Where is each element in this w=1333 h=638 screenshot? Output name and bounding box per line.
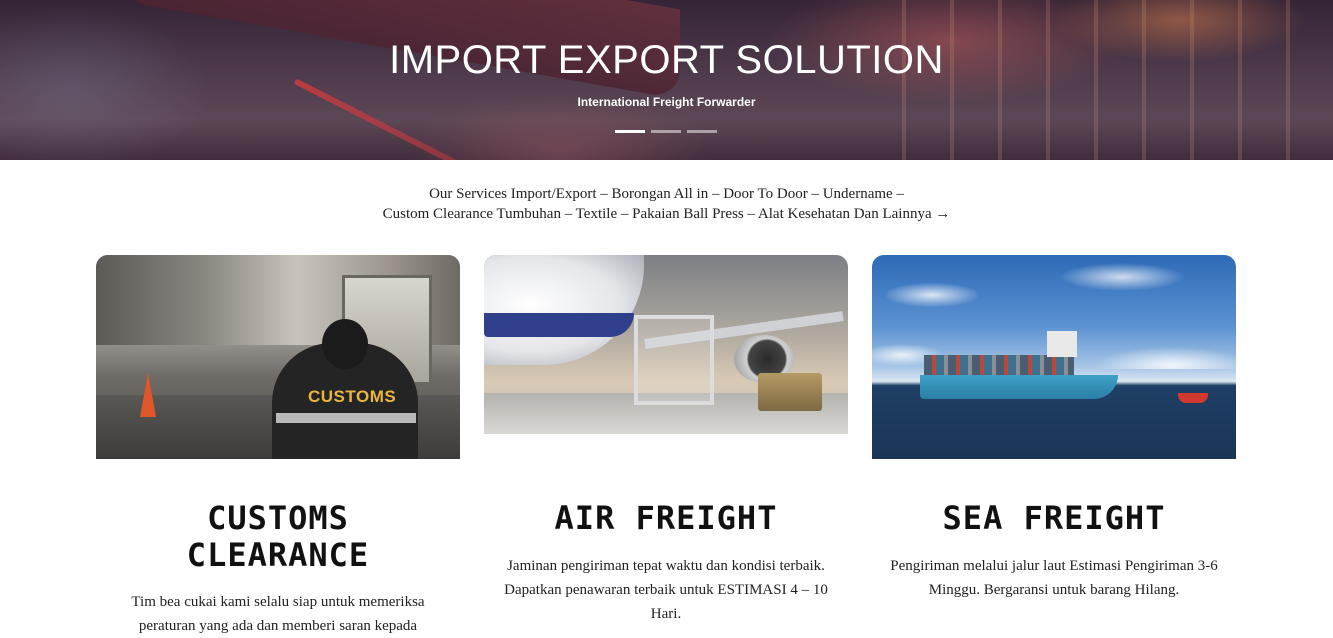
- tugboat-graphic: [1178, 393, 1208, 403]
- service-card-air: AIR FREIGHT Jaminan pengiriman tepat wak…: [484, 255, 848, 622]
- hero-slider: IMPORT EXPORT SOLUTION International Fre…: [0, 0, 1333, 160]
- card-desc-air: Jaminan pengiriman tepat waktu dan kondi…: [504, 558, 828, 622]
- slide-dot-2[interactable]: [651, 130, 681, 133]
- container-stack-graphic: [924, 355, 1074, 377]
- hero-subtitle: International Freight Forwarder: [577, 95, 756, 109]
- slide-dot-1[interactable]: [615, 130, 645, 133]
- slide-dot-3[interactable]: [687, 130, 717, 133]
- airplane-graphic: [484, 255, 644, 365]
- customs-jacket-label: CUSTOMS: [308, 387, 397, 406]
- cargo-ship-graphic: [920, 375, 1118, 399]
- sea-freight-image: [872, 255, 1236, 459]
- traffic-cone-graphic: [140, 373, 156, 417]
- customs-image: CUSTOMS: [96, 255, 460, 459]
- cargo-pallet-graphic: [758, 373, 822, 411]
- cargo-loader-graphic: [634, 315, 714, 405]
- services-line-2[interactable]: Custom Clearance Tumbuhan – Textile – Pa…: [0, 204, 1333, 224]
- hero-title: IMPORT EXPORT SOLUTION: [389, 38, 944, 82]
- card-title-air: AIR FREIGHT: [554, 499, 778, 537]
- card-desc-customs: Tim bea cukai kami selalu siap untuk mem…: [131, 594, 425, 634]
- card-desc-sea: Pengiriman melalui jalur laut Estimasi P…: [890, 558, 1218, 598]
- card-title-sea: SEA FREIGHT: [942, 499, 1166, 537]
- services-summary: Our Services Import/Export – Borongan Al…: [0, 184, 1333, 224]
- card-title-customs: CUSTOMS CLEARANCE: [186, 499, 370, 574]
- service-card-customs: CUSTOMS CUSTOMS CLEARANCE Tim bea cukai …: [96, 255, 460, 634]
- service-card-sea: SEA FREIGHT Pengiriman melalui jalur lau…: [872, 255, 1236, 598]
- services-line-1: Our Services Import/Export – Borongan Al…: [429, 186, 904, 202]
- air-freight-image: [484, 255, 848, 434]
- slider-pagination: [615, 130, 717, 133]
